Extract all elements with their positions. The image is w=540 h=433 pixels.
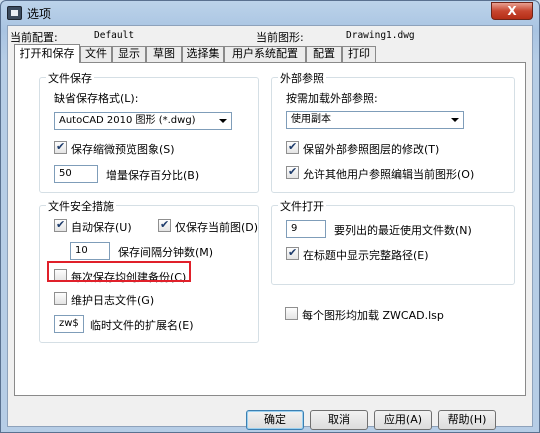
app-icon [7,6,22,20]
red-highlight-box [47,261,191,282]
save-format-label: 缺省保存格式(L): [54,92,139,105]
save-current-only-checkbox[interactable] [158,218,171,232]
tab-files[interactable]: 文件 [80,46,112,62]
current-drawing-label: 当前图形: [256,31,304,44]
help-button[interactable]: 帮助(H) [438,410,496,430]
incremental-save-input[interactable]: 50 [54,165,98,183]
temp-extension-input[interactable]: zw$ [54,315,84,333]
current-drawing-value: Drawing1.dwg [346,30,415,41]
chevron-down-icon [451,118,459,122]
apply-button[interactable]: 应用(A) [374,410,432,430]
full-path-label: 在标题中显示完整路径(E) [303,249,429,262]
xref-load-dropdown[interactable]: 使用副本 [286,111,464,129]
autosave-interval-input[interactable]: 10 [70,242,110,260]
save-format-dropdown[interactable]: AutoCAD 2010 图形 (*.dwg) [54,112,232,130]
log-file-checkbox[interactable] [54,292,67,305]
options-dialog: 选项 X 当前配置: Default 当前图形: Drawing1.dwg 打开… [0,0,540,433]
window-title: 选项 [27,7,52,21]
chevron-down-icon [219,119,227,123]
load-zwcad-lsp-checkbox[interactable] [285,307,298,320]
file-save-title: 文件保存 [46,70,94,86]
close-button[interactable]: X [491,2,533,20]
file-safety-title: 文件安全措施 [46,198,116,214]
allow-ref-edit-checkbox[interactable] [286,165,299,179]
autosave-checkbox[interactable] [54,218,67,232]
external-ref-title: 外部参照 [278,70,326,86]
tab-user-preferences[interactable]: 用户系统配置 [224,46,306,62]
save-current-only-label: 仅保存当前图(D) [175,221,259,234]
tab-strip: 打开和保存 文件 显示 草图 选择集 用户系统配置 配置 打印 [14,44,526,63]
title-bar[interactable]: 选项 X [1,1,539,25]
incremental-save-label: 增量保存百分比(B) [106,169,200,182]
autosave-label: 自动保存(U) [71,221,132,234]
tab-selection[interactable]: 选择集 [182,46,224,62]
tab-plot[interactable]: 打印 [342,46,376,62]
current-profile-value: Default [94,30,135,41]
temp-extension-label: 临时文件的扩展名(E) [90,319,194,332]
full-path-checkbox[interactable] [286,246,299,260]
retain-xref-changes-checkbox[interactable] [286,140,299,154]
recent-files-input[interactable]: 9 [286,220,326,238]
open-save-panel: 文件保存 缺省保存格式(L): AutoCAD 2010 图形 (*.dwg) … [14,62,526,396]
cancel-button[interactable]: 取消 [310,410,368,430]
tab-display[interactable]: 显示 [112,46,146,62]
file-save-group: 文件保存 缺省保存格式(L): AutoCAD 2010 图形 (*.dwg) … [39,70,259,193]
tab-open-save[interactable]: 打开和保存 [14,44,80,63]
tab-profiles[interactable]: 配置 [306,46,342,62]
save-format-value: AutoCAD 2010 图形 (*.dwg) [59,115,196,126]
log-file-label: 维护日志文件(G) [71,294,155,307]
ok-button[interactable]: 确定 [246,410,304,430]
save-thumbnail-label: 保存缩微预览图象(S) [71,143,175,156]
save-thumbnail-checkbox[interactable] [54,140,67,154]
tab-drafting[interactable]: 草图 [146,46,182,62]
dialog-body: 当前配置: Default 当前图形: Drawing1.dwg 打开和保存 文… [7,25,533,430]
file-open-title: 文件打开 [278,198,326,214]
current-profile-label: 当前配置: [10,31,58,44]
autosave-interval-label: 保存间隔分钟数(M) [118,246,214,259]
retain-xref-changes-label: 保留外部参照图层的修改(T) [303,143,440,156]
load-zwcad-lsp-label: 每个图形均加载 ZWCAD.lsp [302,309,444,322]
external-ref-group: 外部参照 按需加载外部参照: 使用副本 保留外部参照图层的修改(T) 允许其他用… [271,70,515,193]
xref-load-value: 使用副本 [291,114,331,125]
recent-files-label: 要列出的最近使用文件数(N) [334,224,472,237]
xref-load-label: 按需加载外部参照: [286,92,378,105]
allow-ref-edit-label: 允许其他用户参照编辑当前图形(O) [303,168,475,181]
file-open-group: 文件打开 9 要列出的最近使用文件数(N) 在标题中显示完整路径(E) [271,198,515,285]
